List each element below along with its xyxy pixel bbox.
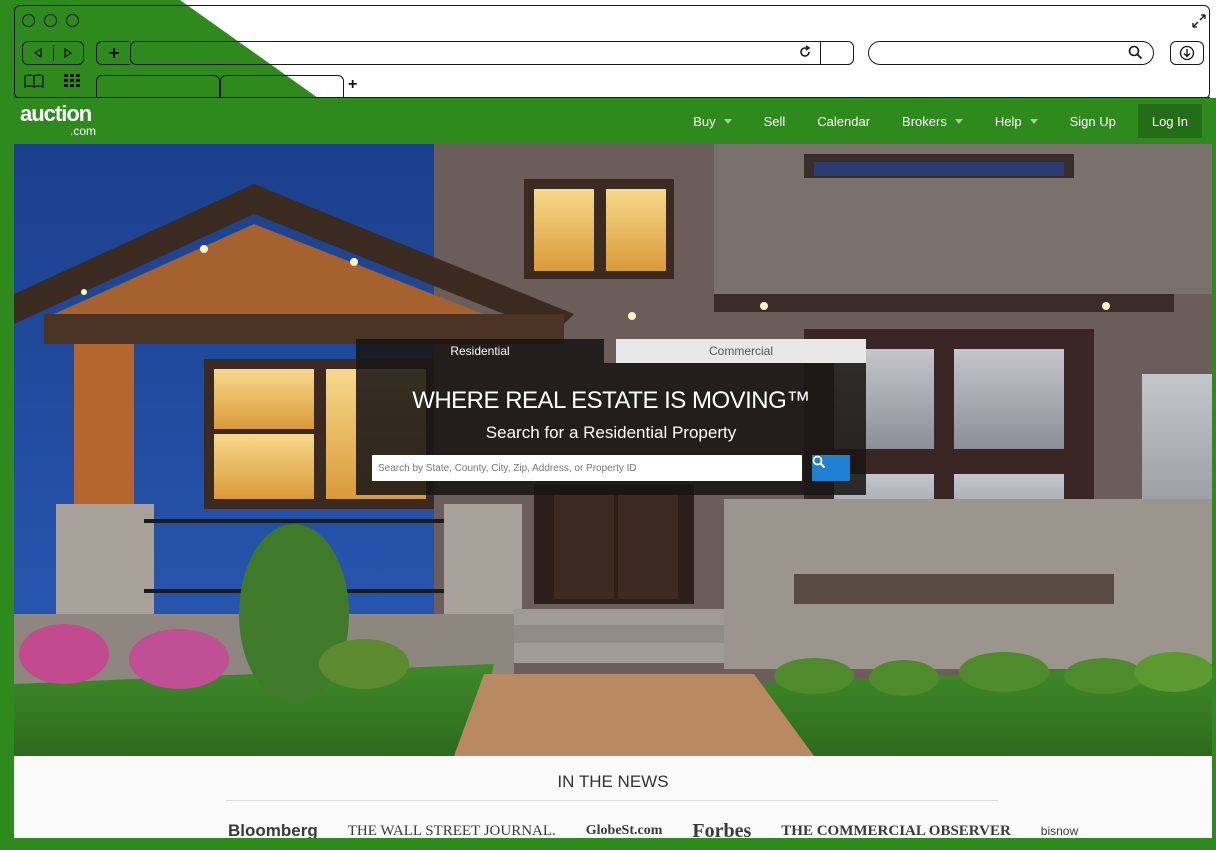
nav-sell[interactable]: Sell xyxy=(748,106,802,136)
news-divider xyxy=(226,800,998,801)
hero-headline: WHERE REAL ESTATE IS MOVING™ xyxy=(412,387,810,414)
site-header: auction .com Buy Sell Calendar Brokers H… xyxy=(14,98,1212,144)
browser-search-field[interactable] xyxy=(868,41,1154,65)
nav-brokers[interactable]: Brokers xyxy=(886,106,979,136)
nav-calendar-label: Calendar xyxy=(817,113,871,129)
download-button[interactable] xyxy=(1170,41,1204,65)
screen: + auction .com Buy Sell Calendar Brokers… xyxy=(0,0,1216,850)
logo-wordmark: auction xyxy=(20,101,92,126)
search-icon xyxy=(812,455,826,469)
press-logo-wsj[interactable]: THE WALL STREET JOURNAL. xyxy=(348,823,556,839)
search-panel-body: WHERE REAL ESTATE IS MOVING™ Search for … xyxy=(356,363,866,495)
property-search-button[interactable] xyxy=(812,455,850,481)
nav-help[interactable]: Help xyxy=(979,106,1054,136)
download-icon xyxy=(1179,45,1195,61)
nav-brokers-label: Brokers xyxy=(902,113,947,129)
bookmarks-icon[interactable] xyxy=(24,74,44,93)
login-button[interactable]: Log In xyxy=(1137,104,1202,138)
tab-residential[interactable]: Residential xyxy=(356,339,604,363)
browser-tab[interactable] xyxy=(220,75,344,97)
grid-apps-icon[interactable] xyxy=(64,74,80,93)
fullscreen-icon[interactable] xyxy=(1190,12,1208,35)
close-window-button[interactable] xyxy=(22,14,35,27)
nav-buy[interactable]: Buy xyxy=(677,106,747,136)
nav-buy-label: Buy xyxy=(693,113,716,129)
nav-sell-label: Sell xyxy=(763,113,786,129)
magnifier-icon[interactable] xyxy=(1128,45,1143,65)
press-logo-forbes[interactable]: Forbes xyxy=(692,820,751,839)
back-forward-group xyxy=(22,41,84,65)
news-heading: IN THE NEWS xyxy=(557,772,669,791)
in-the-news-section: IN THE NEWS Bloomberg THE WALL STREET JO… xyxy=(14,756,1212,838)
chevron-down-icon xyxy=(954,118,963,124)
chevron-down-icon xyxy=(1029,118,1038,124)
reload-icon[interactable] xyxy=(798,45,812,64)
nav-calendar[interactable]: Calendar xyxy=(801,106,886,136)
new-tab-button[interactable] xyxy=(96,41,130,65)
press-logo-globest[interactable]: GlobeSt.com xyxy=(586,823,663,838)
plus-icon xyxy=(108,48,119,58)
nav-sign-up[interactable]: Sign Up xyxy=(1054,106,1132,136)
press-logo-bloomberg[interactable]: Bloomberg xyxy=(228,821,318,838)
hero-banner: Residential Commercial WHERE REAL ESTATE… xyxy=(14,144,1212,756)
address-bar-divider xyxy=(820,41,821,65)
press-logo-bisnow[interactable]: bisnow xyxy=(1041,824,1078,838)
forward-icon[interactable] xyxy=(54,45,84,61)
logo-domain: .com xyxy=(70,124,97,138)
tab-commercial[interactable]: Commercial xyxy=(616,339,866,363)
address-bar[interactable] xyxy=(130,41,854,65)
nav-help-label: Help xyxy=(994,113,1022,129)
webpage: auction .com Buy Sell Calendar Brokers H… xyxy=(14,98,1212,838)
main-navigation: Buy Sell Calendar Brokers Help Sign Up L… xyxy=(677,104,1202,138)
press-logo-commercial-observer[interactable]: THE COMMERCIAL OBSERVER xyxy=(781,823,1011,839)
browser-tab[interactable] xyxy=(96,75,220,97)
maximize-window-button[interactable] xyxy=(66,14,79,27)
chevron-down-icon xyxy=(723,118,732,124)
press-logos: Bloomberg THE WALL STREET JOURNAL. Globe… xyxy=(228,820,1108,839)
back-icon[interactable] xyxy=(23,45,54,61)
new-tab-plus-icon[interactable]: + xyxy=(348,76,357,94)
hero-subheadline: Search for a Residential Property xyxy=(485,423,737,442)
nav-sign-up-label: Sign Up xyxy=(1069,113,1116,129)
minimize-window-button[interactable] xyxy=(44,14,57,27)
search-panel: Residential Commercial WHERE REAL ESTATE… xyxy=(356,339,866,495)
bottom-green-strip xyxy=(0,838,1216,850)
property-search-input[interactable] xyxy=(372,455,802,481)
